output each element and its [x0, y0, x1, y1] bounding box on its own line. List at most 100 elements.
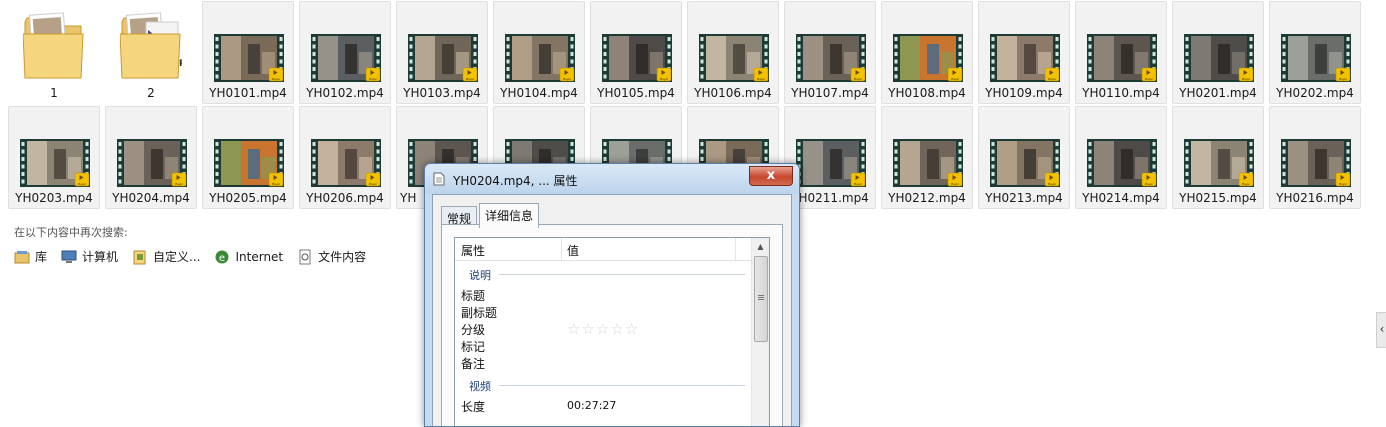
tab-details[interactable]: 详细信息: [479, 203, 540, 228]
folder-label: 2: [147, 86, 155, 100]
svg-text:Player: Player: [1242, 182, 1251, 186]
svg-text:Player: Player: [1145, 77, 1154, 81]
svg-text:Player: Player: [1339, 77, 1348, 81]
column-header-property[interactable]: 属性: [461, 242, 485, 259]
video-file-item[interactable]: Player YH0203.mp4: [8, 106, 100, 209]
dialog-titlebar[interactable]: YH0204.mp4, ... 属性 x: [425, 164, 799, 194]
group-divider: [499, 385, 745, 386]
column-header-value[interactable]: 值: [567, 242, 579, 259]
dialog-body: 常规 详细信息 属性 值 说明 标题 副标题 分级 ☆ ☆ ☆ ☆ ☆ 标记 备注 视频: [432, 194, 792, 426]
video-file-item[interactable]: Player YH0108.mp4: [881, 1, 973, 104]
search-link-library[interactable]: 库: [14, 248, 47, 265]
search-link-file-contents[interactable]: 文件内容: [297, 248, 366, 265]
video-thumbnail: Player: [117, 139, 187, 187]
video-file-item[interactable]: Player YH0106.mp4: [687, 1, 779, 104]
file-label: YH0213.mp4: [985, 191, 1063, 205]
video-file-item[interactable]: Player YH0110.mp4: [1075, 1, 1167, 104]
video-file-item[interactable]: Player YH0109.mp4: [978, 1, 1070, 104]
search-link-computer[interactable]: 计算机: [61, 248, 118, 265]
video-file-item[interactable]: Player YH0215.mp4: [1172, 106, 1264, 209]
svg-text:Player: Player: [660, 77, 669, 81]
file-label: YH0108.mp4: [888, 86, 966, 100]
property-list: 属性 值 说明 标题 副标题 分级 ☆ ☆ ☆ ☆ ☆ 标记 备注 视频 长度 00:2…: [454, 237, 770, 426]
properties-dialog: YH0204.mp4, ... 属性 x 常规 详细信息 属性 值 说明 标题 …: [424, 163, 800, 427]
property-list-scrollbar[interactable]: ▲: [751, 238, 769, 426]
video-thumbnail: Player: [311, 139, 381, 187]
prop-rating[interactable]: 分级: [461, 321, 485, 338]
search-link-internet[interactable]: e Internet: [214, 248, 283, 265]
video-thumbnail: Player: [311, 34, 381, 82]
video-file-item[interactable]: Player YH0107.mp4: [784, 1, 876, 104]
video-file-item[interactable]: Player YH0214.mp4: [1075, 106, 1167, 209]
star-icon[interactable]: ☆: [625, 322, 638, 337]
collapse-pane-button[interactable]: ‹: [1376, 312, 1386, 348]
video-file-item[interactable]: Player YH0102.mp4: [299, 1, 391, 104]
star-icon[interactable]: ☆: [596, 322, 609, 337]
prop-title[interactable]: 标题: [461, 287, 485, 304]
star-icon[interactable]: ☆: [610, 322, 623, 337]
file-label: YH0105.mp4: [597, 86, 675, 100]
video-file-item[interactable]: Player YH0216.mp4: [1269, 106, 1361, 209]
scroll-up-arrow-icon[interactable]: ▲: [752, 238, 769, 255]
file-label: YH0206.mp4: [306, 191, 384, 205]
star-icon[interactable]: ☆: [581, 322, 594, 337]
video-thumbnail: Player: [1184, 139, 1254, 187]
video-thumbnail: Player: [893, 139, 963, 187]
search-link-label: 库: [35, 250, 48, 264]
video-thumbnail: Player: [1184, 34, 1254, 82]
video-file-item[interactable]: Player YH0105.mp4: [590, 1, 682, 104]
video-file-item[interactable]: Player YH0206.mp4: [299, 106, 391, 209]
scrollbar-thumb[interactable]: [754, 256, 768, 342]
video-thumbnail: Player: [990, 34, 1060, 82]
video-file-item[interactable]: Player YH0212.mp4: [881, 106, 973, 209]
video-file-item[interactable]: Player YH0204.mp4: [105, 106, 197, 209]
prop-length[interactable]: 长度: [461, 398, 485, 415]
svg-text:Player: Player: [369, 77, 378, 81]
file-label: YH0212.mp4: [888, 191, 966, 205]
video-file-item[interactable]: Player YH0104.mp4: [493, 1, 585, 104]
video-thumbnail: Player: [699, 34, 769, 82]
folder-item[interactable]: 1: [8, 1, 100, 104]
folder-item[interactable]: MP4 2: [105, 1, 197, 104]
column-divider[interactable]: [735, 238, 736, 260]
video-file-item[interactable]: Player YH0103.mp4: [396, 1, 488, 104]
prop-subtitle[interactable]: 副标题: [461, 304, 497, 321]
search-again-hint: 在以下内容中再次搜索:: [14, 226, 128, 239]
svg-text:Player: Player: [951, 77, 960, 81]
star-icon[interactable]: ☆: [567, 322, 580, 337]
rating-stars[interactable]: ☆ ☆ ☆ ☆ ☆: [567, 322, 638, 337]
group-divider: [499, 274, 745, 275]
computer-icon: [61, 250, 77, 263]
search-link-custom-folder[interactable]: 自定义...: [132, 248, 200, 265]
svg-text:Player: Player: [466, 77, 475, 81]
video-file-item[interactable]: Player YH0205.mp4: [202, 106, 294, 209]
library-icon: [14, 250, 30, 263]
prop-comments[interactable]: 备注: [461, 355, 485, 372]
file-contents-icon: [299, 249, 311, 264]
svg-text:Player: Player: [272, 182, 281, 186]
video-thumbnail: Player: [20, 139, 90, 187]
svg-text:Player: Player: [272, 77, 281, 81]
svg-text:Player: Player: [1048, 77, 1057, 81]
column-divider[interactable]: [561, 238, 562, 260]
svg-text:Player: Player: [1339, 182, 1348, 186]
svg-text:Player: Player: [1145, 182, 1154, 186]
file-label: YH0214.mp4: [1082, 191, 1160, 205]
video-file-item[interactable]: Player YH0101.mp4: [202, 1, 294, 104]
video-thumbnail: Player: [214, 139, 284, 187]
svg-text:Player: Player: [369, 182, 378, 186]
video-file-item[interactable]: Player YH0213.mp4: [978, 106, 1070, 209]
svg-text:Player: Player: [757, 77, 766, 81]
file-label: YH0205.mp4: [209, 191, 287, 205]
search-again-links: 库 计算机 自定义... e Internet 文件内容: [14, 248, 366, 265]
video-thumbnail: Player: [1281, 34, 1351, 82]
close-button[interactable]: x: [749, 166, 793, 186]
prop-length-value: 00:27:27: [567, 399, 617, 412]
file-label: YH0216.mp4: [1276, 191, 1354, 205]
video-file-item[interactable]: Player YH0202.mp4: [1269, 1, 1361, 104]
group-description: 说明: [469, 269, 491, 282]
file-label: YH0110.mp4: [1082, 86, 1160, 100]
video-file-item[interactable]: Player YH0201.mp4: [1172, 1, 1264, 104]
prop-tags[interactable]: 标记: [461, 338, 485, 355]
file-label: YH0204.mp4: [112, 191, 190, 205]
